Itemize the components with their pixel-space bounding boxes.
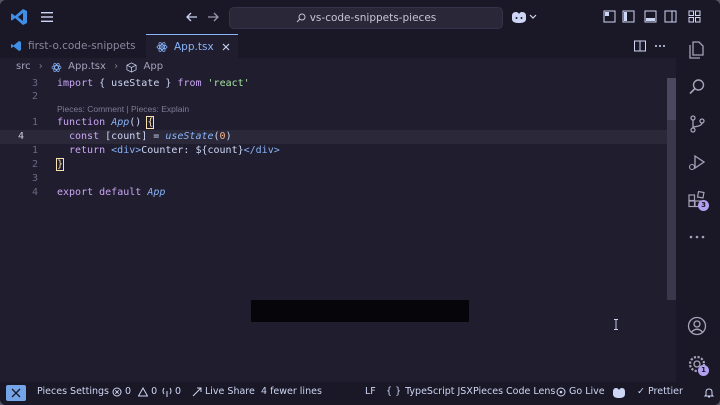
source-control-icon[interactable] bbox=[687, 114, 707, 134]
line-number: 2 bbox=[31, 159, 38, 170]
code-line: 2 } bbox=[0, 158, 676, 172]
code-line: 1 function App() { bbox=[0, 116, 676, 130]
code-line: 4 export default App bbox=[0, 186, 676, 200]
search-icon[interactable] bbox=[687, 77, 707, 97]
language-mode-selector[interactable]: { } TypeScript JSX bbox=[386, 382, 473, 405]
tab-label: App.tsx bbox=[174, 41, 214, 53]
remote-indicator[interactable] bbox=[6, 385, 26, 401]
ports-indicator[interactable]: 0 bbox=[162, 382, 181, 405]
toggle-secondary-sidebar-icon[interactable] bbox=[664, 10, 677, 23]
matching-bracket: } bbox=[55, 158, 65, 171]
broadcast-icon bbox=[556, 387, 566, 396]
copilot-icon[interactable] bbox=[509, 9, 537, 25]
activity-bar: 3 1 bbox=[676, 34, 720, 382]
account-icon[interactable] bbox=[687, 316, 707, 336]
more-actions-icon[interactable] bbox=[653, 39, 667, 53]
back-arrow-icon[interactable] bbox=[184, 9, 200, 25]
line-number: 4 bbox=[31, 187, 38, 198]
chevron-right-icon: › bbox=[38, 61, 43, 72]
chevron-right-icon: › bbox=[114, 61, 119, 72]
error-icon bbox=[112, 387, 122, 396]
pieces-settings-button[interactable]: Pieces Settings bbox=[37, 382, 109, 405]
layout-toggle-icon[interactable] bbox=[603, 10, 616, 23]
line-number: 3 bbox=[31, 173, 38, 184]
double-check-icon: ✓ bbox=[637, 386, 645, 397]
customize-layout-icon[interactable] bbox=[688, 10, 701, 23]
line-number: 1 bbox=[31, 145, 38, 156]
prettier-status[interactable]: ✓ Prettier bbox=[637, 382, 683, 405]
status-bar: Pieces Settings 0 0 0 Live Share 4 fewer… bbox=[0, 382, 720, 405]
diff-summary[interactable]: 4 fewer lines bbox=[261, 382, 322, 405]
command-center-search[interactable]: vs-code-snippets-pieces bbox=[229, 7, 503, 29]
run-debug-icon[interactable] bbox=[687, 152, 707, 172]
code-line: 3 bbox=[0, 172, 676, 186]
matching-bracket: { bbox=[146, 116, 155, 129]
pieces-codelens[interactable]: Pieces: Comment | Pieces: Explain bbox=[57, 104, 189, 114]
copilot-status-icon[interactable] bbox=[612, 387, 626, 399]
line-number: 3 bbox=[31, 78, 38, 89]
vscode-window: vs-code-snippets-pieces first-o.code-sni… bbox=[0, 0, 720, 405]
text-cursor-icon bbox=[614, 319, 618, 330]
scrollbar-thumb[interactable] bbox=[667, 78, 676, 120]
go-live-button[interactable]: Go Live bbox=[556, 382, 605, 405]
tab-label: first-o.code-snippets bbox=[28, 40, 136, 52]
warning-icon bbox=[138, 386, 149, 396]
more-icon[interactable] bbox=[687, 227, 707, 247]
toggle-primary-sidebar-icon[interactable] bbox=[622, 10, 635, 23]
redacted-overlay bbox=[251, 300, 469, 322]
line-number: 2 bbox=[31, 91, 38, 102]
editor-tabs: first-o.code-snippets App.tsx bbox=[0, 34, 676, 58]
split-editor-icon[interactable] bbox=[633, 39, 647, 53]
problems-indicator[interactable]: 0 0 bbox=[112, 382, 157, 405]
live-share-icon bbox=[192, 387, 202, 396]
line-number: 1 bbox=[31, 117, 38, 128]
vscode-file-icon bbox=[11, 41, 21, 51]
code-line: 1 return <div>Counter: ${count}</div> bbox=[0, 144, 676, 158]
symbol-cube-icon bbox=[126, 62, 137, 72]
explorer-files-icon[interactable] bbox=[687, 40, 707, 60]
search-text: vs-code-snippets-pieces bbox=[309, 12, 437, 24]
code-line: 3 import { useState } from 'react' bbox=[0, 77, 676, 91]
braces-icon: { } bbox=[386, 386, 402, 397]
eol-selector[interactable]: LF bbox=[365, 382, 376, 405]
search-icon bbox=[296, 13, 306, 23]
pieces-code-lens-toggle[interactable]: Pieces Code Lens bbox=[473, 382, 555, 405]
vscode-logo-icon[interactable] bbox=[10, 8, 28, 26]
hamburger-menu-icon[interactable] bbox=[38, 8, 56, 26]
title-bar: vs-code-snippets-pieces bbox=[0, 0, 720, 34]
toggle-panel-icon[interactable] bbox=[644, 10, 657, 23]
react-file-icon bbox=[156, 42, 168, 52]
code-editor[interactable]: 3 import { useState } from 'react' 2 Pie… bbox=[0, 76, 676, 382]
notifications-bell-icon[interactable] bbox=[703, 387, 715, 399]
breadcrumb-folder[interactable]: src bbox=[16, 58, 31, 76]
tab-app-tsx[interactable]: App.tsx bbox=[146, 34, 238, 58]
line-number: 4 bbox=[17, 131, 24, 142]
close-icon[interactable] bbox=[220, 41, 232, 53]
code-line: 2 bbox=[0, 90, 676, 104]
settings-badge: 1 bbox=[698, 365, 709, 376]
react-file-icon bbox=[51, 62, 62, 72]
forward-arrow-icon[interactable] bbox=[205, 9, 221, 25]
extensions-badge: 3 bbox=[698, 200, 709, 211]
remote-icon bbox=[11, 388, 21, 398]
breadcrumb-symbol[interactable]: App bbox=[144, 58, 164, 76]
tab-first-o-code-snippets[interactable]: first-o.code-snippets bbox=[0, 34, 146, 58]
live-share-button[interactable]: Live Share bbox=[192, 382, 255, 405]
breadcrumb: src › App.tsx › App bbox=[16, 58, 163, 76]
breadcrumb-file[interactable]: App.tsx bbox=[68, 58, 106, 76]
code-line-current: 4 const [count] = useState(0) bbox=[0, 130, 676, 144]
antenna-icon bbox=[162, 387, 172, 397]
